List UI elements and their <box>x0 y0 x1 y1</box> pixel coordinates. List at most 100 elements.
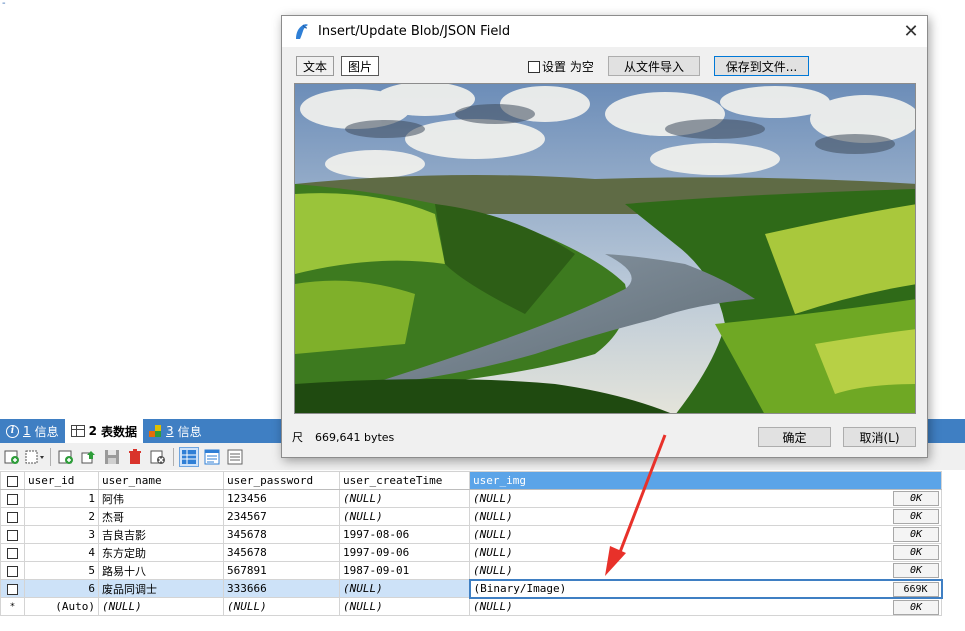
blob-size-button[interactable]: 669K <box>892 581 939 596</box>
grid-view-icon <box>182 449 196 464</box>
row-checkbox[interactable] <box>0 561 25 580</box>
duplicate-row-button[interactable] <box>79 447 99 467</box>
cell-user-password[interactable]: 345678 <box>223 543 340 562</box>
cell-user-img[interactable]: (NULL) 0K <box>469 597 942 616</box>
select-all-checkbox[interactable] <box>0 471 25 490</box>
blob-size-button[interactable]: 0K <box>893 599 939 615</box>
cell-user-id[interactable]: 4 <box>24 543 99 562</box>
table-row[interactable]: 5 路易十八 567891 1987-09-01 (NULL) 0K <box>0 561 942 580</box>
blob-size-button[interactable]: 0K <box>893 527 939 542</box>
cell-user-img[interactable]: (NULL) 0K <box>469 507 942 526</box>
blob-value: (NULL) <box>473 528 513 541</box>
column-header-user-id[interactable]: user_id <box>24 471 99 490</box>
cell-user-name[interactable]: 阿伟 <box>98 489 224 508</box>
save-button[interactable] <box>102 447 122 467</box>
cell-user-id[interactable]: 2 <box>24 507 99 526</box>
row-checkbox[interactable] <box>0 579 25 598</box>
row-checkbox[interactable] <box>0 489 25 508</box>
cell-user-createtime[interactable]: 1997-08-06 <box>339 525 470 544</box>
cell-user-createtime[interactable]: 1997-09-06 <box>339 543 470 562</box>
byte-size: 669,641 bytes <box>315 430 395 444</box>
limit-rows-button[interactable] <box>25 447 45 467</box>
close-button[interactable]: ✕ <box>895 16 927 47</box>
table-row[interactable]: 2 杰哥 234567 (NULL) (NULL) 0K <box>0 507 942 526</box>
cell-user-name[interactable]: 路易十八 <box>98 561 224 580</box>
new-row-marker: * <box>0 597 25 616</box>
ruler-icon: 尺 <box>292 431 303 444</box>
cell-user-id[interactable]: (Auto) <box>24 597 99 616</box>
column-header-user-img[interactable]: user_img <box>469 471 942 490</box>
cell-user-createtime[interactable]: (NULL) <box>339 579 470 598</box>
tab-info-3[interactable]: 3 信息 <box>143 419 208 443</box>
blocks-icon <box>149 424 162 438</box>
toolbar-separator <box>173 447 174 466</box>
grid-view-button[interactable] <box>179 446 199 467</box>
tab-table-data[interactable]: 2 表数据 <box>64 419 144 443</box>
blob-value: (NULL) <box>473 563 513 577</box>
cell-user-password[interactable]: (NULL) <box>223 597 340 616</box>
cancel-button[interactable]: 取消(L) <box>843 427 916 447</box>
cell-user-id[interactable]: 1 <box>24 489 99 508</box>
cell-user-img-active[interactable]: (Binary/Image) 669K <box>468 578 943 599</box>
table-row[interactable]: 4 东方定助 345678 1997-09-06 (NULL) 0K <box>0 543 942 562</box>
cell-user-name[interactable]: (NULL) <box>98 597 224 616</box>
cell-user-img[interactable]: (NULL) 0K <box>469 543 942 562</box>
size-info: 尺 669,641 bytes <box>292 429 394 445</box>
checkbox-box[interactable] <box>528 60 540 73</box>
new-row[interactable]: * (Auto) (NULL) (NULL) (NULL) (NULL) 0K <box>0 597 942 616</box>
dialog-title-bar[interactable]: Insert/Update Blob/JSON Field ✕ <box>282 16 927 47</box>
text-view-button[interactable] <box>225 447 245 467</box>
tab-number: 3 <box>166 424 174 438</box>
table-row-selected[interactable]: 6 废品同调士 333666 (NULL) (Binary/Image) 669K <box>0 578 943 599</box>
form-view-button[interactable] <box>202 447 222 467</box>
refresh-button[interactable] <box>2 447 22 467</box>
blob-size-button[interactable]: 0K <box>893 545 939 560</box>
blob-size-button[interactable]: 0K <box>893 563 939 578</box>
cell-user-id[interactable]: 6 <box>24 579 99 598</box>
blob-value: (NULL) <box>473 546 513 559</box>
confirm-button[interactable]: 确定 <box>758 427 831 447</box>
column-header-user-password[interactable]: user_password <box>223 471 340 490</box>
tab-info-1[interactable]: i 1 信息 <box>0 419 65 443</box>
table-row[interactable]: 1 阿伟 123456 (NULL) (NULL) 0K <box>0 489 942 508</box>
blob-size-button[interactable]: 0K <box>893 491 939 506</box>
cell-user-name[interactable]: 废品同调士 <box>98 579 224 598</box>
column-header-user-name[interactable]: user_name <box>98 471 224 490</box>
cell-user-img[interactable]: (NULL) 0K <box>469 561 942 580</box>
cell-user-createtime[interactable]: (NULL) <box>339 489 470 508</box>
delete-row-button[interactable] <box>125 447 145 467</box>
cell-user-createtime[interactable]: (NULL) <box>339 597 470 616</box>
cell-user-password[interactable]: 234567 <box>223 507 340 526</box>
cell-user-password[interactable]: 123456 <box>223 489 340 508</box>
import-from-file-button[interactable]: 从文件导入 <box>608 56 700 76</box>
row-checkbox[interactable] <box>0 525 25 544</box>
row-checkbox[interactable] <box>0 507 25 526</box>
cell-user-password[interactable]: 567891 <box>223 561 340 580</box>
save-to-file-button[interactable]: 保存到文件... <box>714 56 809 76</box>
discard-changes-button[interactable] <box>148 447 168 467</box>
cell-user-img[interactable]: (NULL) 0K <box>469 525 942 544</box>
insert-row-button[interactable] <box>56 447 76 467</box>
cell-user-id[interactable]: 3 <box>24 525 99 544</box>
dolphin-icon <box>296 23 308 39</box>
blob-size-button[interactable]: 0K <box>893 509 939 524</box>
cell-user-name[interactable]: 杰哥 <box>98 507 224 526</box>
cell-user-name[interactable]: 东方定助 <box>98 543 224 562</box>
blob-value: (NULL) <box>473 600 513 614</box>
column-header-user-createtime[interactable]: user_createTime <box>339 471 470 490</box>
tab-text-mode[interactable]: 文本 <box>296 56 335 76</box>
cell-user-img[interactable]: (NULL) 0K <box>469 489 942 508</box>
trash-icon <box>129 448 141 464</box>
tab-image-mode[interactable]: 图片 <box>341 56 380 76</box>
table-row[interactable]: 3 吉良吉影 345678 1997-08-06 (NULL) 0K <box>0 525 942 544</box>
set-null-checkbox[interactable]: 设置 为空 <box>528 58 594 75</box>
cell-user-name[interactable]: 吉良吉影 <box>98 525 224 544</box>
cell-user-password[interactable]: 345678 <box>223 525 340 544</box>
cell-user-password[interactable]: 333666 <box>223 579 340 598</box>
cell-user-createtime[interactable]: (NULL) <box>339 507 470 526</box>
cell-user-createtime[interactable]: 1987-09-01 <box>339 561 470 580</box>
cell-user-id[interactable]: 5 <box>24 561 99 580</box>
row-checkbox[interactable] <box>0 543 25 562</box>
discard-icon <box>150 450 165 464</box>
table-icon <box>70 425 85 437</box>
